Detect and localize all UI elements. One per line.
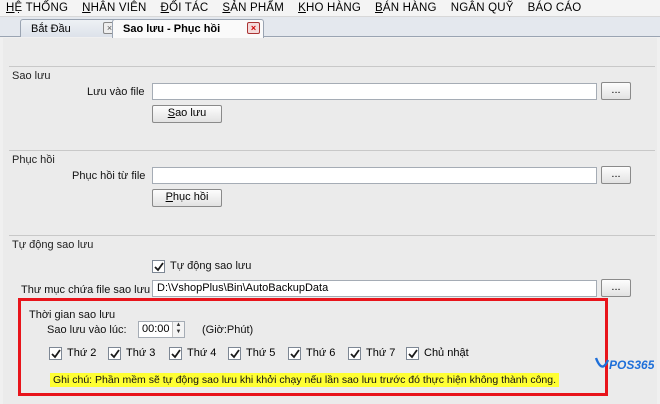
- backup-time-label: Sao lưu vào lúc:: [47, 324, 127, 336]
- backup-group: Sao lưu Lưu vào file ... Sao lưu: [9, 66, 655, 151]
- day-friday-checkbox[interactable]: [288, 347, 301, 360]
- day-wednesday-checkbox[interactable]: [169, 347, 182, 360]
- day-monday-checkbox[interactable]: [49, 347, 62, 360]
- restore-browse-button[interactable]: ...: [601, 166, 631, 184]
- schedule-title: Thời gian sao lưu: [29, 309, 116, 321]
- menu-item-warehouse[interactable]: KHO HÀNG: [298, 2, 361, 14]
- check-icon: [154, 262, 164, 272]
- chevron-down-icon[interactable]: ▼: [173, 329, 184, 336]
- close-icon[interactable]: ×: [247, 22, 260, 34]
- check-icon: [350, 349, 360, 359]
- menu-bar: HỆ THỐNG NHÂN VIÊN ĐỐI TÁC SẢN PHẨM KHO …: [0, 0, 660, 17]
- schedule-note: Ghi chú: Phần mềm sẽ tự động sao lưu khi…: [50, 373, 560, 387]
- day-wednesday-label: Thứ 4: [187, 347, 217, 359]
- backup-folder-input[interactable]: D:\VshopPlus\Bin\AutoBackupData: [152, 280, 597, 297]
- restore-button[interactable]: Phục hồi: [152, 189, 222, 207]
- backup-restore-panel: Sao lưu Lưu vào file ... Sao lưu Phục hồ…: [3, 38, 657, 404]
- backup-button[interactable]: Sao lưu: [152, 105, 222, 123]
- backup-time-spinner[interactable]: 00:00 ▲ ▼: [138, 321, 185, 338]
- check-icon: [171, 349, 181, 359]
- menu-item-treasury[interactable]: NGÂN QUỸ: [451, 2, 514, 14]
- check-icon: [51, 349, 61, 359]
- day-monday-label: Thứ 2: [67, 347, 97, 359]
- restore-group: Phục hồi Phục hồi từ file ... Phục hồi: [9, 150, 655, 234]
- menu-item-system[interactable]: HỆ THỐNG: [6, 2, 68, 14]
- backup-folder-browse-button[interactable]: ...: [601, 279, 631, 297]
- chevron-up-icon[interactable]: ▲: [173, 322, 184, 329]
- menu-item-partners[interactable]: ĐỐI TÁC: [161, 2, 209, 14]
- auto-backup-group-title: Tự động sao lưu: [12, 239, 94, 251]
- auto-backup-checkbox-label: Tự động sao lưu: [170, 260, 252, 272]
- day-sunday-label: Chủ nhật: [424, 347, 469, 359]
- spinner-arrows[interactable]: ▲ ▼: [172, 322, 184, 337]
- menu-item-sales[interactable]: BÁN HÀNG: [375, 2, 437, 14]
- day-thursday-checkbox[interactable]: [228, 347, 241, 360]
- svg-text:POS365: POS365: [609, 358, 654, 372]
- day-tuesday-checkbox[interactable]: [108, 347, 121, 360]
- day-friday-label: Thứ 6: [306, 347, 336, 359]
- pos365-logo-icon: POS365: [594, 357, 655, 372]
- tab-strip: Bắt Đầu × Sao lưu - Phục hồi ×: [0, 17, 660, 38]
- backup-file-input[interactable]: [152, 83, 597, 100]
- tab-start[interactable]: Bắt Đầu ×: [20, 19, 120, 37]
- backup-group-title: Sao lưu: [12, 70, 51, 82]
- days-row: Thứ 2 Thứ 3 Thứ 4 Thứ 5 Thứ 6 Thứ 7 Chủ …: [49, 347, 489, 361]
- backup-folder-label: Thư mục chứa file sao lưu: [21, 284, 151, 296]
- auto-backup-checkbox[interactable]: [152, 260, 165, 273]
- restore-group-title: Phục hồi: [12, 154, 55, 166]
- tab-start-label: Bắt Đầu: [31, 22, 71, 35]
- backup-browse-button[interactable]: ...: [601, 82, 631, 100]
- pos365-logo: POS365: [594, 354, 655, 376]
- restore-file-label: Phục hồi từ file: [72, 170, 146, 182]
- tab-backup-restore-label: Sao lưu - Phục hồi: [123, 23, 221, 35]
- check-icon: [290, 349, 300, 359]
- check-icon: [110, 349, 120, 359]
- backup-time-value: 00:00: [142, 323, 170, 335]
- day-tuesday-label: Thứ 3: [126, 347, 156, 359]
- menu-item-products[interactable]: SẢN PHẨM: [222, 2, 284, 14]
- day-thursday-label: Thứ 5: [246, 347, 276, 359]
- day-saturday-label: Thứ 7: [366, 347, 396, 359]
- tab-backup-restore[interactable]: Sao lưu - Phục hồi ×: [112, 19, 264, 38]
- backup-time-unit: (Giờ:Phút): [202, 324, 254, 336]
- day-saturday-checkbox[interactable]: [348, 347, 361, 360]
- backup-file-label: Lưu vào file: [87, 86, 145, 98]
- menu-item-staff[interactable]: NHÂN VIÊN: [82, 2, 146, 14]
- menu-item-reports[interactable]: BÁO CÁO: [528, 2, 582, 14]
- restore-file-input[interactable]: [152, 167, 597, 184]
- day-sunday-checkbox[interactable]: [406, 347, 419, 360]
- check-icon: [230, 349, 240, 359]
- check-icon: [408, 349, 418, 359]
